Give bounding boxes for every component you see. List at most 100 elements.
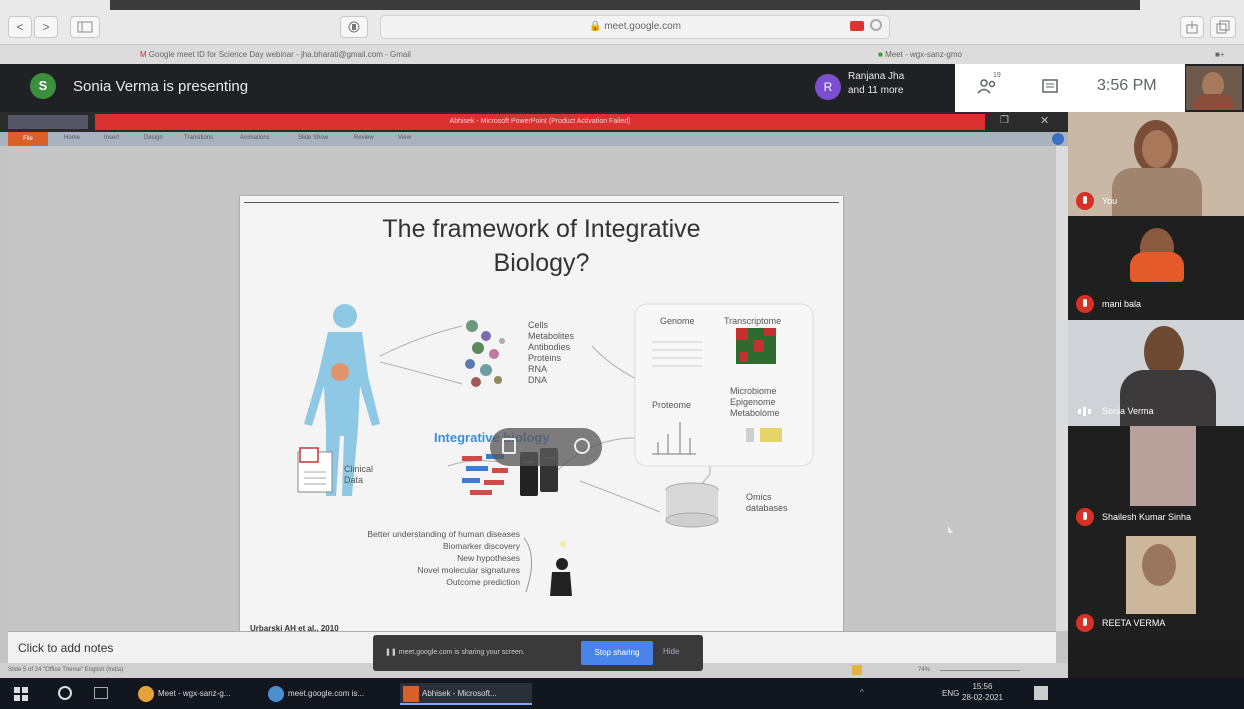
- taskbar-item-powerpoint[interactable]: Abhisek - Microsoft...: [400, 683, 532, 705]
- ribbon-tab-design[interactable]: Design: [144, 135, 163, 141]
- ribbon-tab-transitions[interactable]: Transitions: [184, 135, 213, 141]
- mic-off-icon: [1076, 295, 1094, 313]
- participant-tile-reeta-verma[interactable]: REETA VERMA: [1068, 532, 1244, 642]
- ribbon-tab-view[interactable]: View: [398, 135, 411, 141]
- task-view-icon[interactable]: [94, 687, 108, 699]
- others-label[interactable]: Ranjana Jha and 11 more: [848, 70, 904, 98]
- chat-button[interactable]: [1041, 78, 1059, 101]
- pin-icon[interactable]: [502, 438, 516, 454]
- ribbon-tab-home[interactable]: Home: [64, 135, 80, 141]
- mic-off-icon: [1076, 192, 1094, 210]
- pause-icon: ❚❚: [385, 649, 399, 656]
- self-view-thumbnail[interactable]: [1186, 66, 1242, 110]
- others-avatar: R: [815, 74, 841, 100]
- mic-off-icon: [1076, 614, 1094, 632]
- presenting-label: Sonia Verma is presenting: [73, 78, 249, 95]
- taskbar-item-meet[interactable]: Meet - wgx-sanz-g...: [136, 683, 256, 705]
- participant-name: Shailesh Kumar Sinha: [1102, 512, 1192, 522]
- participant-tile-shailesh[interactable]: Shailesh Kumar Sinha: [1068, 426, 1244, 532]
- notes-placeholder: Click to add notes: [18, 641, 114, 655]
- search-icon[interactable]: [58, 686, 72, 700]
- powerpoint-icon: [403, 686, 419, 702]
- address-bar[interactable]: 🔒 meet.google.com: [380, 15, 890, 39]
- chat-icon: [1042, 79, 1058, 93]
- thinker-icon: [550, 541, 572, 596]
- quick-access-toolbar[interactable]: [8, 115, 88, 129]
- tab-gmail[interactable]: M Google meet ID for Science Day webinar…: [140, 48, 411, 62]
- participant-count: 19: [993, 72, 1001, 79]
- ribbon-tab-slideshow[interactable]: Slide Show: [298, 135, 328, 141]
- people-button[interactable]: 19: [977, 72, 1001, 101]
- taskbar-item-sharing[interactable]: meet.google.com is...: [266, 683, 390, 705]
- participant-name: You: [1102, 196, 1118, 206]
- ribbon-tab-animations[interactable]: Animations: [240, 135, 270, 141]
- participant-tile-mani-bala[interactable]: mani bala: [1068, 216, 1244, 320]
- participant-tile-you[interactable]: You: [1068, 112, 1244, 216]
- current-slide[interactable]: The framework of Integrative Biology? Ce…: [240, 196, 843, 652]
- database-icon: [665, 482, 719, 528]
- participant-name: Sonia Verma: [1102, 406, 1154, 416]
- meet-icon: ■: [878, 50, 886, 59]
- mic-off-icon: [1076, 508, 1094, 526]
- meet-header: S Sonia Verma is presenting R Ranjana Jh…: [0, 64, 1244, 112]
- address-text: meet.google.com: [604, 21, 681, 32]
- system-clock[interactable]: 15:56 28-02-2021: [962, 681, 1003, 703]
- ribbon-tab-insert[interactable]: Insert: [104, 135, 119, 141]
- privacy-report-button[interactable]: [340, 16, 368, 38]
- zoom-icon[interactable]: [574, 438, 590, 454]
- outcomes-list: Better understanding of human diseases B…: [367, 529, 520, 587]
- help-icon[interactable]: [1052, 133, 1064, 145]
- hide-button[interactable]: Hide: [663, 647, 679, 656]
- tabs-icon: [1216, 20, 1230, 34]
- system-tray-icons[interactable]: [880, 688, 930, 698]
- close-icon[interactable]: ✕: [1040, 114, 1049, 127]
- chrome-icon: [138, 686, 154, 702]
- start-button[interactable]: [14, 687, 28, 703]
- normal-view-icon[interactable]: [852, 665, 862, 675]
- ribbon-tab-file[interactable]: File: [8, 132, 48, 146]
- microbiome-list: Microbiome Epigenome Metabolome: [730, 386, 780, 418]
- slide-editing-pane: The framework of Integrative Biology? Ce…: [8, 146, 1056, 652]
- transcriptome-label: Transcriptome: [724, 316, 782, 326]
- lock-icon: 🔒: [589, 21, 605, 32]
- camera-in-use-icon: [850, 21, 864, 31]
- slide-scrollbar[interactable]: [1056, 146, 1068, 631]
- ppt-ribbon: File Home Insert Design Transitions Anim…: [0, 132, 1068, 146]
- cell-types-list: Cells Metabolites Antibodies Proteins RN…: [528, 320, 575, 385]
- participant-name: mani bala: [1102, 299, 1142, 309]
- presentation-overlay-controls[interactable]: [490, 428, 602, 466]
- language-indicator[interactable]: ENG: [942, 689, 959, 698]
- clinical-data-label: Clinical Data: [344, 464, 374, 485]
- participant-tile-sonia-verma[interactable]: Sonia Verma: [1068, 320, 1244, 426]
- genome-label: Genome: [660, 316, 695, 326]
- back-button[interactable]: <: [8, 16, 32, 38]
- forward-button[interactable]: >: [34, 16, 58, 38]
- tray-chevron-icon[interactable]: ^: [860, 688, 864, 697]
- new-tab-button[interactable]: ■+: [1215, 48, 1225, 62]
- audio-level-icon: [1074, 404, 1096, 418]
- sharing-message: ❚❚ meet.google.com is sharing your scree…: [385, 649, 525, 656]
- outcome-bracket: [523, 537, 532, 593]
- share-button[interactable]: [1180, 16, 1204, 38]
- clinical-document-icon: [297, 447, 333, 493]
- transcriptome-heatmap: [736, 328, 776, 364]
- tab-meet[interactable]: ■ Meet - wgx-sanz-gmo: [878, 48, 962, 62]
- ppt-window-title: Abhisek - Microsoft PowerPoint (Product …: [95, 114, 985, 130]
- share-icon: [1186, 21, 1198, 34]
- tabs-overview-button[interactable]: [1210, 16, 1236, 38]
- reload-icon[interactable]: [870, 19, 882, 31]
- window-title-strip: [110, 0, 1140, 10]
- zoom-level: 74%: [918, 667, 931, 673]
- sidebar-button[interactable]: [70, 16, 100, 38]
- stop-sharing-button[interactable]: Stop sharing: [581, 641, 653, 665]
- ppt-titlebar: Abhisek - Microsoft PowerPoint (Product …: [0, 112, 1068, 132]
- proteome-label: Proteome: [652, 400, 692, 410]
- ribbon-tab-review[interactable]: Review: [354, 135, 374, 141]
- restore-icon[interactable]: ❐: [1000, 115, 1009, 126]
- zoom-slider[interactable]: [940, 670, 1020, 671]
- metabolome-icons: [746, 428, 782, 442]
- meeting-clock: 3:56 PM: [1097, 77, 1157, 94]
- shield-icon: [348, 21, 360, 33]
- notifications-icon[interactable]: [1034, 686, 1048, 700]
- omics-panel: [634, 303, 814, 467]
